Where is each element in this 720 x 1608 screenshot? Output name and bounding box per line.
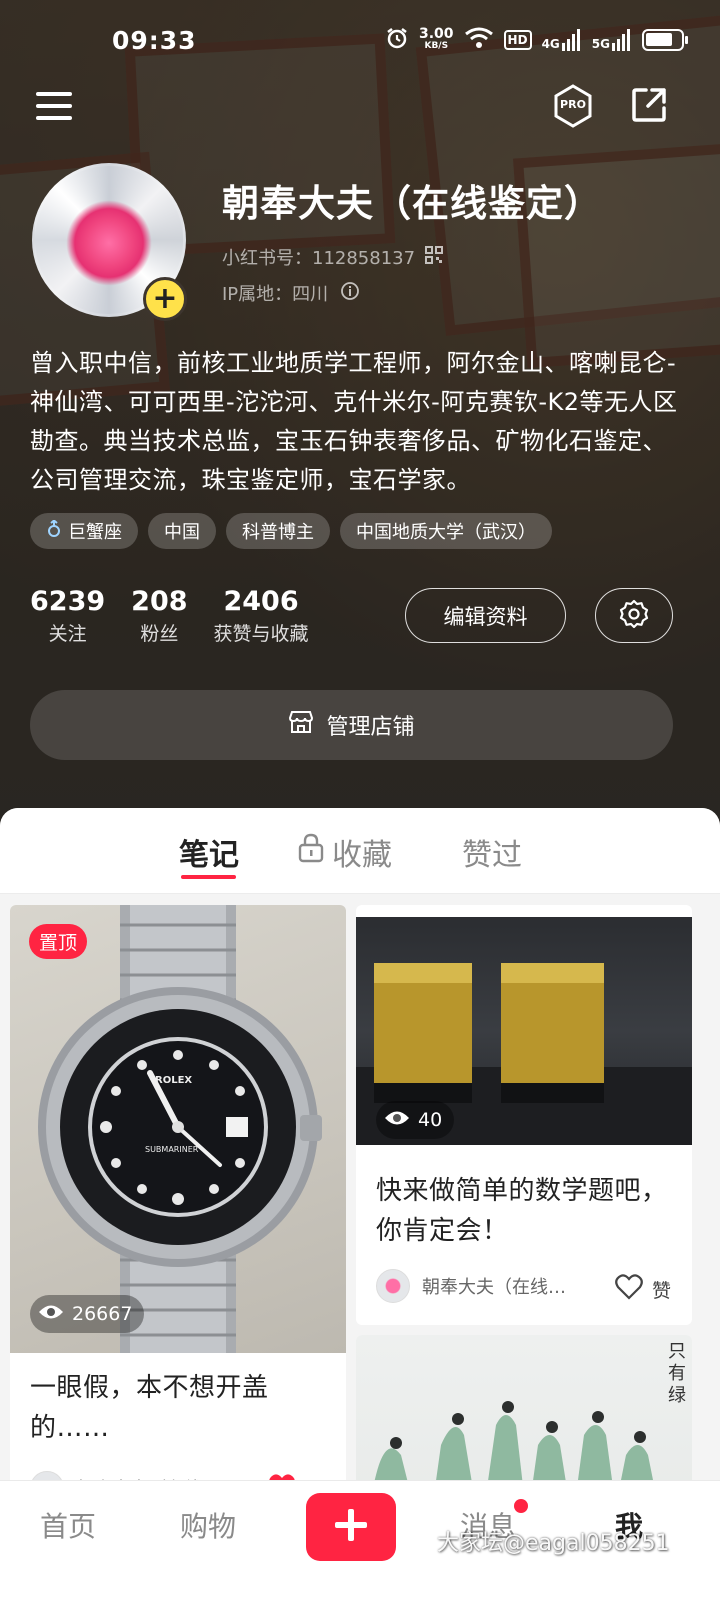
profile-id-row: 小红书号：112858137: [222, 244, 444, 270]
tag-label: 中国地质大学（武汉）: [356, 522, 536, 543]
signal-label: 4G: [541, 37, 560, 51]
battery-icon: [641, 29, 688, 51]
cover-side-text: 只有绿: [668, 1341, 686, 1406]
tab-notes[interactable]: 笔记: [179, 830, 239, 874]
stat-label: 粉丝: [140, 623, 179, 645]
menu-icon[interactable]: [36, 92, 72, 120]
view-count: 26667: [30, 1295, 145, 1333]
net-speed-value: 3.00: [419, 26, 454, 42]
status-bar: 09:33 3.00 KB/S HD 4G 5G: [0, 0, 720, 80]
note-cover-image: ROLEX SUBMARINER: [10, 905, 346, 1353]
tag-category[interactable]: 科普博主: [226, 513, 330, 549]
eye-icon: [38, 1303, 64, 1326]
heart-icon: [614, 1273, 644, 1305]
plus-icon: [333, 1507, 369, 1547]
pinned-badge: 置顶: [29, 924, 88, 959]
lock-icon: [298, 833, 324, 871]
stat-likes-collects[interactable]: 2406 获赞与收藏: [214, 586, 309, 646]
profile-tags: 巨蟹座 中国 科普博主 中国地质大学（武汉）: [30, 513, 552, 549]
tag-label: 科普博主: [242, 522, 314, 543]
unread-dot: [514, 1499, 528, 1513]
stat-label: 关注: [48, 623, 87, 645]
view-count-value: 40: [418, 1109, 443, 1131]
nav-shopping[interactable]: 购物: [180, 1505, 236, 1545]
settings-button[interactable]: [595, 588, 673, 643]
eye-icon: [384, 1109, 410, 1132]
tag-zodiac[interactable]: 巨蟹座: [30, 513, 138, 549]
pro-label: PRO: [560, 98, 586, 111]
profile-stats: 6239 关注 208 粉丝 2406 获赞与收藏: [30, 586, 335, 646]
avatar-add-button[interactable]: +: [143, 277, 187, 321]
profile-bio: 曾入职中信，前核工业地质学工程师，阿尔金山、喀喇昆仑-神仙湾、可可西里-沱沱河、…: [30, 349, 678, 494]
signal-label: 5G: [591, 37, 610, 51]
shop-icon: [288, 710, 314, 740]
manage-shop-label: 管理店铺: [326, 715, 415, 740]
pro-badge-icon[interactable]: PRO: [553, 84, 593, 128]
info-icon[interactable]: [340, 281, 360, 306]
note-title: 快来做简单的数学题吧，你肯定会！: [376, 1176, 668, 1246]
tab-label: 笔记: [179, 838, 239, 873]
stat-value: 208: [131, 586, 188, 617]
create-post-button[interactable]: [306, 1493, 396, 1561]
profile-name: 朝奉大夫（在线鉴定）: [222, 182, 602, 225]
view-count-value: 26667: [72, 1303, 133, 1325]
bottom-nav: 首页 购物 消息 我 大家坛@eagal058251: [0, 1480, 720, 1608]
stat-label: 获赞与收藏: [213, 623, 309, 645]
share-icon[interactable]: [630, 86, 668, 124]
status-time: 09:33: [112, 26, 197, 55]
stat-following[interactable]: 6239 关注: [30, 586, 105, 646]
author-name: 朝奉大夫（在线…: [422, 1277, 566, 1298]
signal-icon: 4G: [542, 29, 582, 51]
tag-school[interactable]: 中国地质大学（武汉）: [340, 513, 552, 549]
like-button[interactable]: 赞: [614, 1273, 671, 1305]
manage-shop-button[interactable]: 管理店铺: [30, 690, 673, 760]
note-title: 一眼假，本不想开盖的……: [30, 1373, 269, 1443]
tab-underline: [181, 875, 236, 879]
gear-icon: [618, 598, 650, 634]
tag-country[interactable]: 中国: [148, 513, 216, 549]
profile-id: 小红书号：112858137: [222, 248, 416, 269]
view-count: 40: [376, 1101, 455, 1139]
watermark-text: 大家坛@eagal058251: [437, 1531, 670, 1556]
qr-code-icon[interactable]: [425, 245, 444, 269]
author-avatar: [376, 1269, 410, 1303]
profile-tabs: 笔记 收藏 赞过: [0, 808, 720, 894]
profile-ip: IP属地：四川: [222, 284, 329, 305]
tab-collections[interactable]: 收藏: [298, 830, 392, 874]
watch-brand-text: ROLEX: [155, 1075, 193, 1086]
tag-label: 巨蟹座: [68, 522, 122, 543]
nav-home[interactable]: 首页: [40, 1505, 96, 1545]
watch-model-text: SUBMARINER: [145, 1145, 199, 1154]
signal-icon: 5G: [592, 29, 632, 51]
tab-label: 赞过: [462, 838, 522, 873]
tab-label: 收藏: [332, 838, 392, 873]
note-author[interactable]: 朝奉大夫（在线…: [376, 1269, 566, 1303]
net-speed: 3.00 KB/S: [419, 26, 454, 52]
male-icon: [46, 518, 62, 543]
stat-followers[interactable]: 208 粉丝: [131, 586, 187, 646]
profile-ip-row: IP属地：四川: [222, 280, 360, 306]
note-card[interactable]: 40 快来做简单的数学题吧，你肯定会！ 朝奉大夫（在线… 赞: [356, 905, 692, 1325]
alarm-icon: [385, 26, 409, 54]
status-icons: 3.00 KB/S HD 4G 5G: [385, 26, 688, 54]
edit-profile-button[interactable]: 编辑资料: [405, 588, 566, 643]
stat-value: 6239: [30, 586, 106, 617]
tab-liked[interactable]: 赞过: [462, 830, 522, 874]
like-label: 赞: [652, 1279, 672, 1302]
tag-label: 中国: [164, 522, 200, 543]
profile-header: 09:33 3.00 KB/S HD 4G 5G PRO + 朝奉大夫（在线鉴定…: [0, 0, 720, 840]
hd-badge: HD: [503, 30, 532, 50]
stat-value: 2406: [223, 586, 299, 617]
wifi-icon: [464, 27, 494, 53]
